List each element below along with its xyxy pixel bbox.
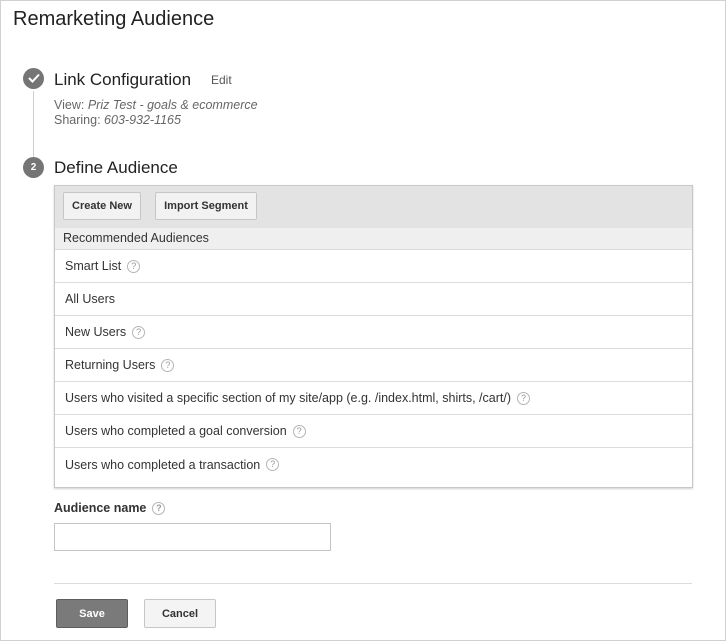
question-mark-icon[interactable]: ? xyxy=(266,458,280,471)
audience-row-label: Smart List xyxy=(65,259,122,273)
audience-name-input[interactable] xyxy=(54,523,331,551)
question-mark-icon[interactable]: ? xyxy=(127,259,141,273)
audience-row[interactable]: New Users? xyxy=(55,316,692,349)
audience-name-label: Audience name xyxy=(54,501,147,515)
view-value: Priz Test - goals & ecommerce xyxy=(87,98,258,112)
sharing-info: Sharing: 603-932-1165 xyxy=(54,113,181,127)
question-mark-icon[interactable]: ? xyxy=(292,424,306,438)
edit-link[interactable]: Edit xyxy=(211,73,232,87)
checkmark-icon xyxy=(27,70,40,88)
divider xyxy=(54,583,692,584)
question-mark-icon[interactable]: ? xyxy=(132,325,146,339)
question-mark-icon[interactable]: ? xyxy=(517,391,530,405)
step-connector-line xyxy=(33,91,34,157)
audience-row[interactable]: Users who completed a goal conversion? xyxy=(55,415,692,448)
sharing-label: Sharing: xyxy=(54,113,101,127)
question-mark-icon[interactable]: ? xyxy=(161,358,175,372)
view-info: View: Priz Test - goals & ecommerce xyxy=(54,98,258,112)
audience-row-label: All Users xyxy=(65,292,116,306)
cancel-button[interactable]: Cancel xyxy=(144,599,216,628)
page-title: Remarketing Audience xyxy=(13,8,215,30)
recommended-audience-list: Smart List? All Users New Users? Returning … xyxy=(55,250,692,481)
link-configuration-title: Link Configuration xyxy=(54,70,192,89)
audience-row-label: Users who completed a goal conversion xyxy=(65,424,287,438)
audience-definition-box: Create New Import Segment Recommended Au… xyxy=(54,185,693,488)
import-segment-button[interactable]: Import Segment xyxy=(155,192,257,220)
audience-row[interactable]: Users who visited a specific section of … xyxy=(55,382,692,415)
audience-row-label: Users who visited a specific section of … xyxy=(65,391,511,405)
audience-row[interactable]: All Users xyxy=(55,283,692,316)
audience-name-label-row: Audience name ? xyxy=(54,501,166,515)
question-mark-icon[interactable]: ? xyxy=(152,501,166,515)
save-button[interactable]: Save xyxy=(56,599,128,628)
audience-row-label: New Users xyxy=(65,325,127,339)
create-new-button[interactable]: Create New xyxy=(63,192,141,220)
audience-row-label: Returning Users xyxy=(65,358,156,372)
audience-row[interactable]: Returning Users? xyxy=(55,349,692,382)
sharing-value: 603-932-1165 xyxy=(104,113,181,127)
recommended-audiences-header: Recommended Audiences xyxy=(55,228,692,250)
remarketing-audience-panel: Remarketing Audience Link Configuration … xyxy=(0,0,726,641)
step-number-badge: 2 xyxy=(23,157,44,178)
define-audience-title: Define Audience xyxy=(54,158,178,177)
audience-row[interactable]: Users who completed a transaction? xyxy=(55,448,692,481)
audience-row-label: Users who completed a transaction xyxy=(65,457,261,472)
view-label: View: xyxy=(54,98,85,112)
step-complete-badge xyxy=(23,68,44,89)
audience-row[interactable]: Smart List? xyxy=(55,250,692,283)
audience-toolbar: Create New Import Segment xyxy=(55,186,692,228)
